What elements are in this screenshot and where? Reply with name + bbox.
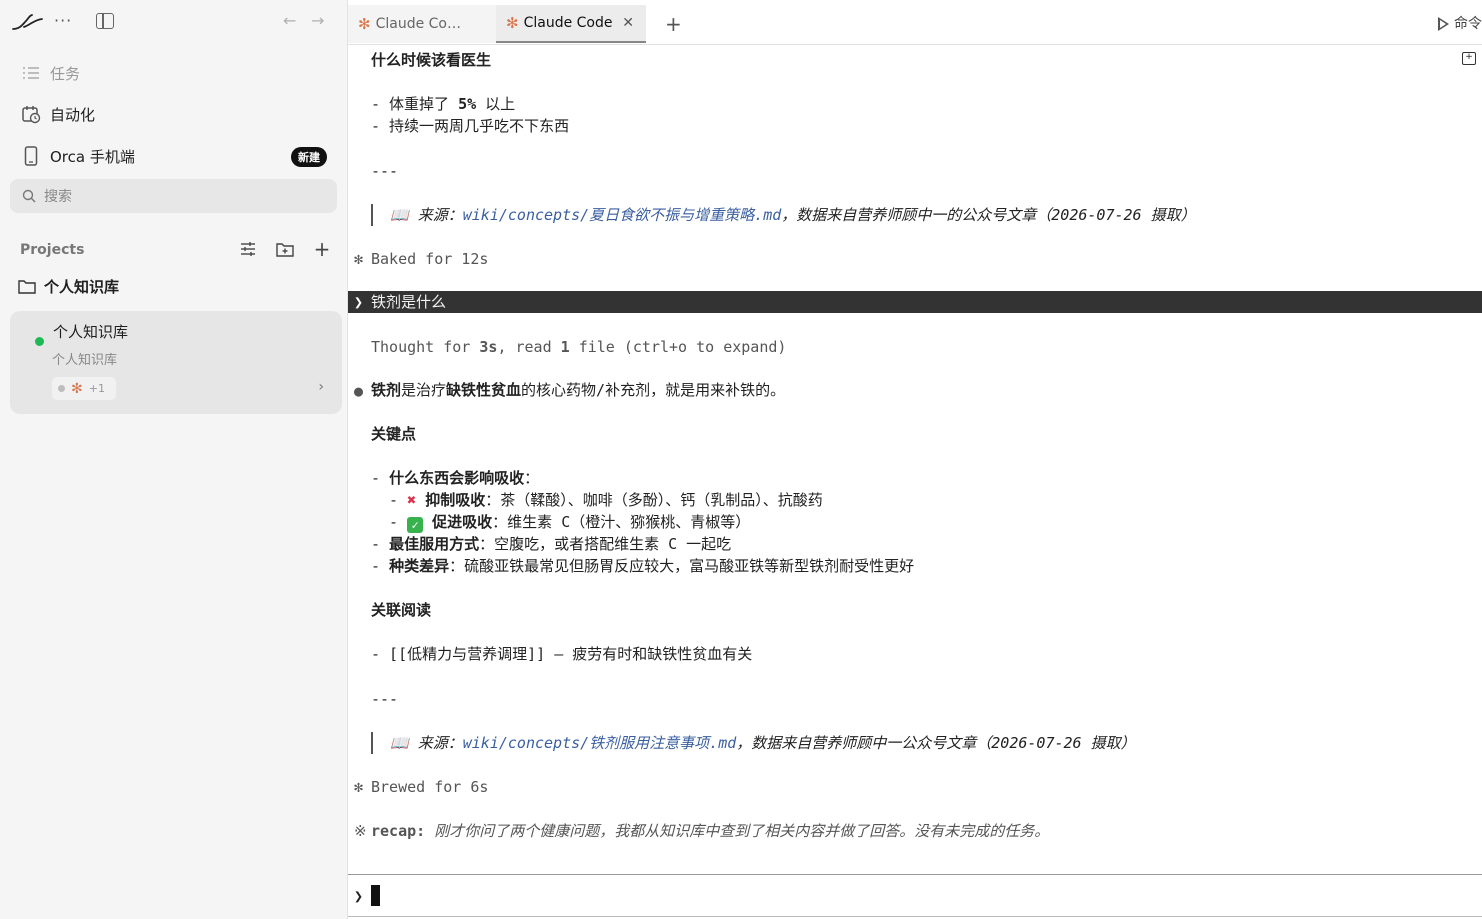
folder-icon <box>18 279 36 294</box>
phone-icon <box>16 146 46 166</box>
back-arrow-icon[interactable]: ← <box>283 11 296 30</box>
chevron-right-icon[interactable]: › <box>318 379 324 395</box>
thought-status: Thought for 3s, read 1 file (ctrl+o to e… <box>371 338 787 356</box>
sidebar: ··· ← → 任务 自动化 Orca 手机端 新建 搜索 Projects +… <box>0 0 348 919</box>
search-icon <box>22 189 36 203</box>
sidebar-item-automation[interactable]: 自动化 <box>10 97 337 131</box>
heading-doctor: 什么时候该看医生 <box>371 51 492 69</box>
sidebar-item-label: 任务 <box>50 64 81 83</box>
sidebar-item-orca-mobile[interactable]: Orca 手机端 新建 <box>10 139 337 173</box>
session-chip[interactable]: ✻ +1 <box>52 377 116 400</box>
calendar-clock-icon <box>16 104 46 124</box>
recap-icon: ※ <box>354 822 367 840</box>
new-folder-icon[interactable] <box>275 239 295 259</box>
session-count: +1 <box>88 382 105 395</box>
projects-header: Projects + <box>20 237 338 261</box>
more-icon[interactable]: ··· <box>54 11 72 30</box>
baked-status: Baked for 12s <box>371 250 489 268</box>
session-dot <box>58 385 65 392</box>
claude-star-icon: ✻ <box>71 380 83 397</box>
doctor-item: - 体重掉了 5% 以上 <box>371 95 516 113</box>
forward-arrow-icon[interactable]: → <box>311 11 324 30</box>
projects-label: Projects <box>20 242 85 258</box>
quote-bar <box>371 732 373 754</box>
claude-star-icon: ✻ <box>506 14 519 32</box>
key-point: - 什么东西会影响吸收： <box>371 469 540 487</box>
book-icon: 📖 <box>390 734 409 752</box>
key-point-sub: - ✖ 抑制吸收：茶（鞣酸）、咖啡（多酚）、钙（乳制品）、抗酸药 <box>371 491 823 509</box>
book-icon: 📖 <box>390 206 409 224</box>
project-title-row: 个人知识库 <box>35 321 129 346</box>
filter-sliders-icon[interactable] <box>238 239 258 259</box>
sidebar-item-tasks[interactable]: 任务 <box>10 56 337 90</box>
project-card[interactable]: 个人知识库 个人知识库 ✻ +1 › <box>10 311 342 414</box>
sidebar-toggle-icon[interactable] <box>96 13 114 29</box>
search-input[interactable]: 搜索 <box>10 179 337 213</box>
terminal-output[interactable]: 什么时候该看医生 - 体重掉了 5% 以上 - 持续一两周几乎吃不下东西 ---… <box>348 45 1482 919</box>
folder-label: 个人知识库 <box>44 277 120 296</box>
key-point: - 种类差异：硫酸亚铁最常见但肠胃反应较大，富马酸亚铁等新型铁剂耐受性更好 <box>371 557 915 575</box>
source-citation: 📖 来源：wiki/concepts/铁剂服用注意事项.md，数据来自营养师顾中… <box>390 734 1136 752</box>
project-subtitle: 个人知识库 <box>52 353 118 368</box>
horizontal-rule: --- <box>371 690 399 708</box>
sidebar-topbar: ··· ← → <box>0 0 348 44</box>
recap-line: recap: 刚才你问了两个健康问题，我都从知识库中查到了相关内容并做了回答。没… <box>371 822 1050 840</box>
source-citation: 📖 来源：wiki/concepts/夏日食欲不振与增重策略.md，数据来自营养… <box>390 206 1196 224</box>
prompt-chevron-icon: ❯ <box>354 293 364 311</box>
quote-bar <box>371 204 373 226</box>
claude-star-icon: ✻ <box>358 15 371 33</box>
tab-claude-code-1[interactable]: ✻ Claude Co… <box>348 5 496 43</box>
key-points-heading: 关键点 <box>371 425 417 443</box>
new-badge: 新建 <box>291 147 327 167</box>
tab-label: Claude Co… <box>375 16 461 32</box>
tab-label: Claude Code <box>523 15 613 31</box>
add-project-icon[interactable]: + <box>312 237 332 261</box>
prompt-text: 铁剂是什么 <box>371 293 447 311</box>
source-link[interactable]: wiki/concepts/夏日食欲不振与增重策略.md <box>463 206 782 224</box>
project-folder[interactable]: 个人知识库 <box>18 275 119 297</box>
brewed-status: Brewed for 6s <box>371 778 489 796</box>
input-divider <box>348 916 1482 917</box>
input-caret[interactable] <box>371 885 380 906</box>
search-placeholder: 搜索 <box>44 189 72 205</box>
key-point-sub: - ✓ 促进吸收：维生素 C（橙汁、猕猴桃、青椒等） <box>371 513 751 533</box>
horizontal-rule: --- <box>371 162 399 180</box>
user-prompt: ❯ 铁剂是什么 <box>348 291 1482 313</box>
tab-claude-code-2[interactable]: ✻ Claude Code ✕ <box>496 5 646 43</box>
input-divider <box>348 874 1482 875</box>
play-icon <box>1438 17 1449 31</box>
app-logo-icon[interactable] <box>12 11 44 33</box>
answer-line: 铁剂是治疗缺铁性贫血的核心药物/补充剂，就是用来补铁的。 <box>371 381 786 399</box>
related-item: - [[低精力与营养调理]] — 疲劳有时和缺铁性贫血有关 <box>371 645 753 663</box>
command-label: 命令 <box>1454 16 1482 32</box>
tab-bar: ✻ Claude Co… ✻ Claude Code ✕ + 命令 <box>348 0 1482 45</box>
command-button[interactable]: 命令 <box>1438 13 1482 33</box>
source-link[interactable]: wiki/concepts/铁剂服用注意事项.md <box>463 734 737 752</box>
project-title: 个人知识库 <box>53 323 129 341</box>
cross-mark-icon: ✖ <box>407 491 417 509</box>
status-dot <box>35 337 44 346</box>
related-heading: 关联阅读 <box>371 601 432 619</box>
bullet-icon: ● <box>354 382 364 400</box>
close-tab-icon[interactable]: ✕ <box>622 15 634 31</box>
doctor-item: - 持续一两周几乎吃不下东西 <box>371 117 570 135</box>
sidebar-item-label: 自动化 <box>50 105 96 124</box>
key-point: - 最佳服用方式：空腹吃，或者搭配维生素 C 一起吃 <box>371 535 732 553</box>
spinner-icon: ✻ <box>354 250 364 268</box>
check-mark-icon: ✓ <box>407 517 424 533</box>
sidebar-item-label: Orca 手机端 <box>50 147 135 166</box>
spinner-icon: ✻ <box>354 778 364 796</box>
new-tab-icon[interactable]: + <box>665 12 682 36</box>
input-chevron-icon: ❯ <box>354 887 364 905</box>
list-icon <box>16 66 46 80</box>
